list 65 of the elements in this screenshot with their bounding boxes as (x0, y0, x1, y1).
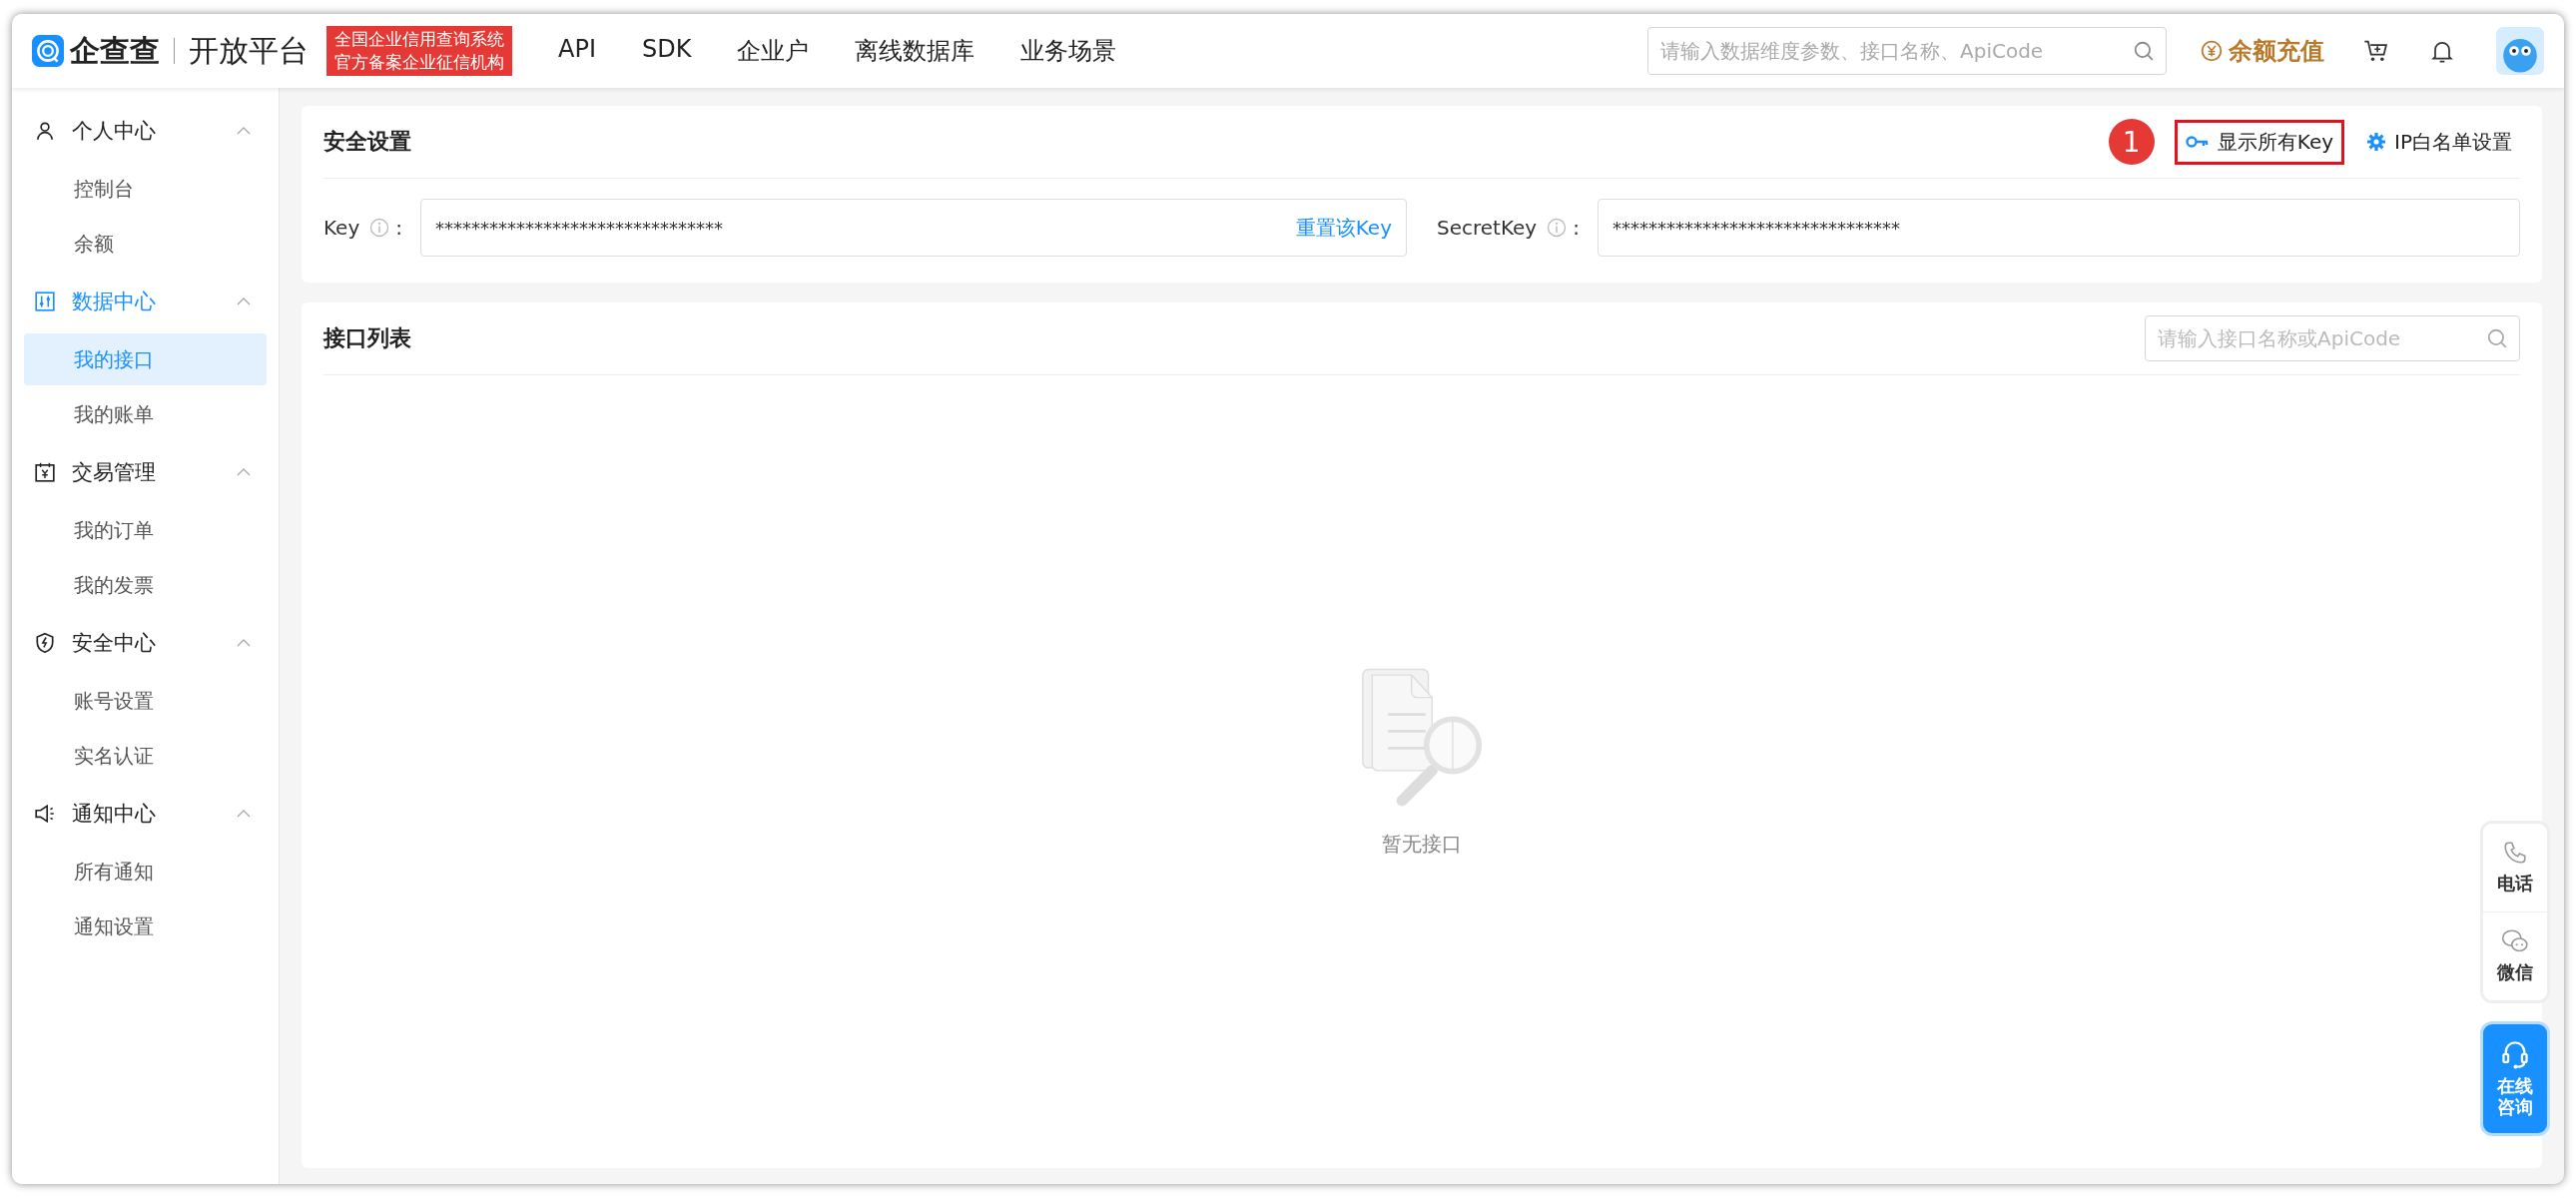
sidebar-item[interactable]: 所有通知 (24, 846, 267, 898)
ip-whitelist-link[interactable]: IP白名单设置 (2358, 122, 2520, 162)
headset-icon (2501, 1040, 2529, 1070)
sidebar-item[interactable]: 控制台 (24, 163, 267, 215)
phone-icon (2502, 840, 2528, 866)
sidebar-group[interactable]: 通知中心 (24, 785, 267, 843)
info-icon[interactable] (369, 218, 390, 238)
group-label: 交易管理 (72, 459, 156, 486)
field-label: SecretKey (1437, 216, 1538, 240)
callout-marker: 1 (2108, 119, 2155, 165)
certification-badge: 全国企业信用查询系统 官方备案企业征信机构 (326, 26, 512, 76)
colon-text: : (395, 216, 402, 240)
sidebar-item[interactable]: 账号设置 (24, 675, 267, 727)
section-title: 安全设置 (323, 128, 411, 156)
sidebar-item[interactable]: 实名认证 (24, 730, 267, 782)
sidebar-item[interactable]: 余额 (24, 218, 267, 270)
chevron-up-icon (237, 468, 251, 476)
search-icon[interactable] (2486, 327, 2508, 349)
nav-link[interactable]: API (558, 35, 596, 67)
yuan-coin-icon (2201, 40, 2223, 62)
empty-state-text: 暂无接口 (1382, 830, 1462, 858)
person-icon (34, 120, 56, 142)
search-field[interactable]: 请输入数据维度参数、接口名称、ApiCode (1647, 27, 2167, 75)
nav-link[interactable]: 企业户 (737, 35, 810, 67)
logo-icon (32, 35, 64, 67)
search-icon[interactable] (2133, 40, 2155, 62)
group-label: 安全中心 (72, 630, 156, 657)
logo-text: 企查查 (70, 31, 160, 70)
calendar-yuan-icon (34, 461, 56, 483)
group-label: 个人中心 (72, 118, 156, 145)
gear-icon (2366, 132, 2387, 152)
avatar-icon[interactable] (2496, 27, 2544, 75)
sidebar-item[interactable]: 我的订单 (24, 504, 267, 556)
colon-text: : (1573, 216, 1580, 240)
chat-bubbles-icon (2501, 928, 2529, 954)
nav-link[interactable]: 离线数据库 (855, 35, 975, 67)
sidebar-item[interactable]: 通知设置 (24, 900, 267, 952)
nav-link[interactable]: 业务场景 (1020, 35, 1117, 67)
nav-link[interactable]: SDK (641, 35, 692, 67)
sliders-icon (34, 291, 56, 312)
key-icon (2185, 135, 2210, 149)
search-field[interactable]: 请输入接口名称或ApiCode (2145, 315, 2520, 361)
product-name: 开放平台 (189, 31, 309, 70)
sidebar-item[interactable]: 我的发票 (24, 559, 267, 611)
speaker-icon (34, 803, 56, 825)
key-field[interactable]: ******************************** (1597, 199, 2520, 257)
chevron-up-icon (237, 127, 251, 135)
logo[interactable]: 企查查 开放平台 (32, 30, 309, 72)
chevron-up-icon (237, 810, 251, 818)
group-label: 通知中心 (72, 801, 156, 828)
info-icon[interactable] (1547, 218, 1568, 238)
sidebar-group[interactable]: 交易管理 (24, 443, 267, 501)
chevron-up-icon (237, 298, 251, 305)
recharge-link[interactable]: 余额充值 (2201, 35, 2324, 67)
section-title: 接口列表 (323, 324, 411, 352)
wechat-button[interactable]: 微信 (2483, 911, 2547, 1000)
sidebar-group[interactable]: 安全中心 (24, 614, 267, 672)
show-keys-link[interactable]: 显示所有Key (2174, 119, 2345, 165)
field-label: Key (323, 216, 360, 240)
group-label: 数据中心 (72, 289, 156, 315)
sidebar-item[interactable]: 我的账单 (24, 388, 267, 440)
chevron-up-icon (237, 639, 251, 647)
shield-icon (34, 632, 56, 654)
sidebar-group[interactable]: 个人中心 (24, 102, 267, 160)
key-field[interactable]: ******************************** 重置该Key (420, 199, 1407, 257)
